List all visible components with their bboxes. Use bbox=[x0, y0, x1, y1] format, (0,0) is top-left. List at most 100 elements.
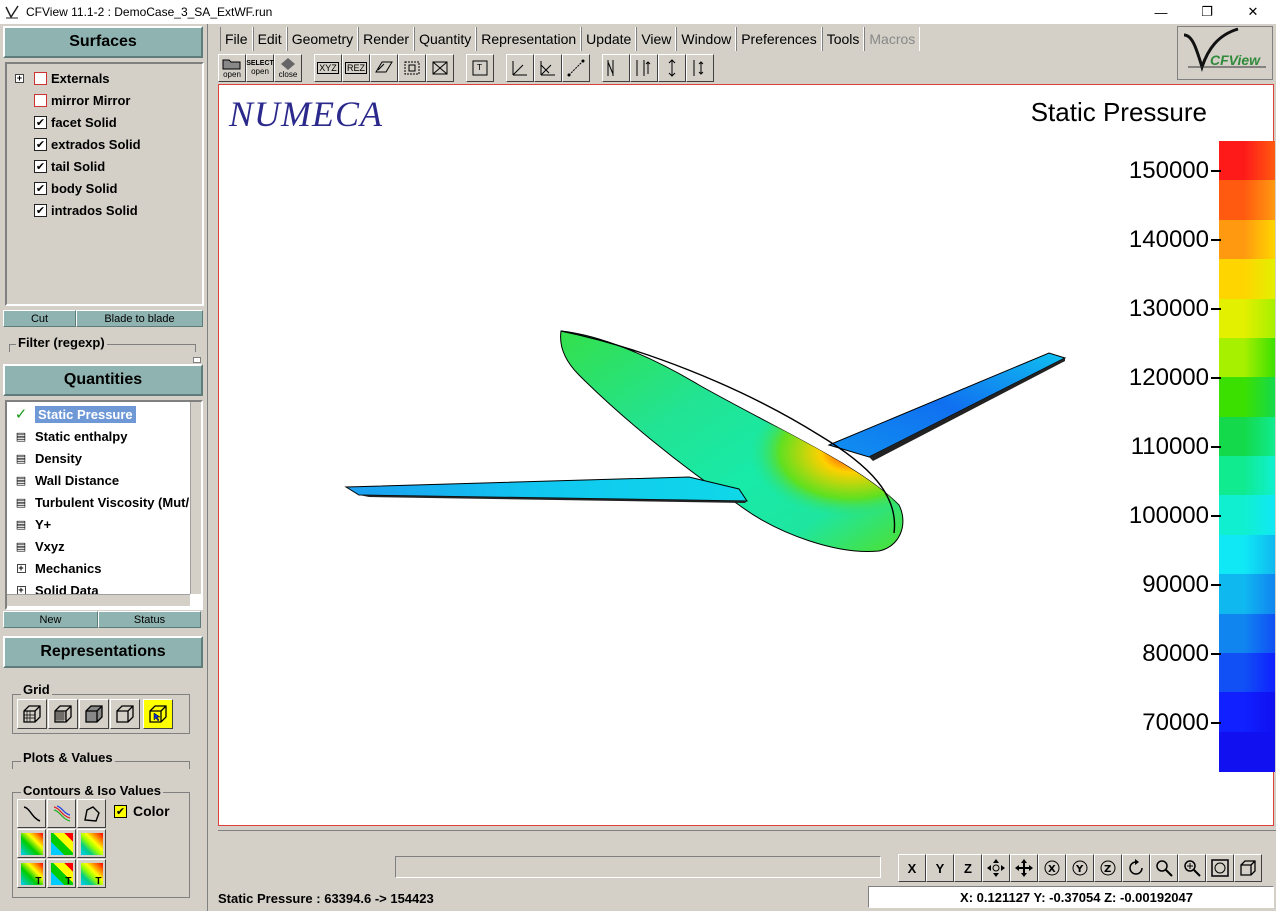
grid-mesh-button[interactable] bbox=[48, 699, 78, 729]
quantity-item[interactable]: ▤ Turbulent Viscosity (Mut/ bbox=[15, 492, 189, 512]
stepped-contour-button[interactable] bbox=[77, 829, 106, 858]
select-open-button[interactable]: SELECT open bbox=[246, 54, 274, 82]
surface-checkbox[interactable]: ✔ bbox=[34, 181, 47, 195]
splitter-handle[interactable] bbox=[193, 357, 201, 363]
surface-checkbox[interactable] bbox=[34, 93, 47, 107]
fit-window-button[interactable] bbox=[1206, 854, 1234, 882]
quantity-item[interactable]: ▤ Density bbox=[15, 448, 82, 468]
rotate-x-button[interactable]: X bbox=[1038, 854, 1066, 882]
menu-window[interactable]: Window bbox=[676, 27, 737, 51]
minimize-button[interactable]: — bbox=[1138, 0, 1184, 24]
new-button[interactable]: New bbox=[3, 611, 98, 628]
orthographic-button[interactable] bbox=[1234, 854, 1262, 882]
fit-view-button[interactable] bbox=[982, 854, 1010, 882]
expand-icon[interactable]: + bbox=[15, 73, 24, 83]
quantities-list[interactable]: + Solid Data + Mechanics ▤ Vxyz ▤ Y+ ▤ Turbulent … bbox=[5, 400, 203, 610]
menu-macros[interactable]: Macros bbox=[864, 27, 921, 51]
view-z-button[interactable]: Z bbox=[954, 854, 982, 882]
maximize-button[interactable]: ❐ bbox=[1184, 0, 1230, 24]
surface-checkbox[interactable]: ✔ bbox=[34, 159, 47, 173]
stepped-contour-text-button[interactable]: T bbox=[77, 859, 106, 888]
axis-xyz-button[interactable] bbox=[534, 54, 562, 82]
grid-boundary-button[interactable] bbox=[143, 699, 173, 729]
surface-item[interactable]: ✔ facet Solid bbox=[15, 112, 117, 132]
text-annotation-button[interactable]: T bbox=[466, 54, 494, 82]
axis-xy-button[interactable] bbox=[506, 54, 534, 82]
zoom-region-button[interactable] bbox=[1150, 854, 1178, 882]
surfaces-list[interactable]: + Externals mirror Mirror ✔ facet Solid ✔ extr… bbox=[5, 62, 204, 306]
surface-item[interactable]: ✔ tail Solid bbox=[15, 156, 105, 176]
quantity-label: Static enthalpy bbox=[35, 428, 128, 444]
open-file-button[interactable]: open bbox=[218, 54, 246, 82]
rotate-free-button[interactable] bbox=[1122, 854, 1150, 882]
distance-button[interactable] bbox=[562, 54, 590, 82]
surface-checkbox[interactable]: ✔ bbox=[34, 137, 47, 151]
quantity-item[interactable]: ▤ Wall Distance bbox=[15, 470, 119, 490]
surface-checkbox[interactable] bbox=[34, 71, 47, 85]
cfview-logo: CFView bbox=[1177, 26, 1273, 80]
rez-view-button[interactable]: REZ bbox=[342, 54, 370, 82]
view-y-button[interactable]: Y bbox=[926, 854, 954, 882]
menu-geometry[interactable]: Geometry bbox=[286, 27, 359, 51]
quantities-hscrollbar[interactable] bbox=[7, 594, 190, 606]
3d-viewport[interactable]: NUMECA Static Pressure 150000 140000 130… bbox=[218, 84, 1275, 827]
surface-item[interactable]: + Externals bbox=[15, 68, 110, 88]
banded-contour-text-button[interactable]: T bbox=[47, 859, 76, 888]
menu-file[interactable]: File bbox=[220, 27, 253, 51]
quantity-item[interactable]: ✓ Static Pressure bbox=[15, 404, 136, 424]
svg-text:T: T bbox=[476, 63, 482, 72]
profile-button[interactable] bbox=[602, 54, 630, 82]
banded-contour-button[interactable] bbox=[47, 829, 76, 858]
panel-splitter[interactable] bbox=[205, 24, 208, 911]
xyz-view-button[interactable]: XYZ bbox=[314, 54, 342, 82]
menu-preferences[interactable]: Preferences bbox=[736, 27, 822, 51]
rotate-y-button[interactable]: Y bbox=[1066, 854, 1094, 882]
grid-wire-box-button[interactable] bbox=[17, 699, 47, 729]
rotate-z-button[interactable]: Z bbox=[1094, 854, 1122, 882]
surface-item[interactable]: ✔ extrados Solid bbox=[15, 134, 141, 154]
delete-surface-button[interactable] bbox=[426, 54, 454, 82]
close-button[interactable]: ✕ bbox=[1230, 0, 1276, 24]
legend-tick-mark bbox=[1211, 653, 1221, 655]
quantity-item[interactable]: + Mechanics bbox=[15, 558, 101, 578]
blade-to-blade-button[interactable]: Blade to blade bbox=[76, 310, 203, 327]
plane-cut-button[interactable] bbox=[370, 54, 398, 82]
surface-checkbox[interactable]: ✔ bbox=[34, 203, 47, 217]
view-x-button[interactable]: X bbox=[898, 854, 926, 882]
pan-button[interactable] bbox=[1010, 854, 1038, 882]
zoom-button[interactable] bbox=[1178, 854, 1206, 882]
quantity-item[interactable]: ▤ Y+ bbox=[15, 514, 51, 534]
smooth-contour-text-button[interactable]: T bbox=[17, 859, 46, 888]
box-select-button[interactable] bbox=[398, 54, 426, 82]
grid-outline-button[interactable] bbox=[110, 699, 140, 729]
quantity-item[interactable]: ▤ Static enthalpy bbox=[15, 426, 128, 446]
grid-solid-button[interactable] bbox=[79, 699, 109, 729]
quantities-scrollbar[interactable] bbox=[190, 402, 201, 594]
color-isolines-button[interactable] bbox=[47, 799, 76, 828]
vertical-profile-button[interactable] bbox=[630, 54, 658, 82]
cut-button[interactable]: Cut bbox=[3, 310, 76, 327]
contour-shape-button[interactable] bbox=[77, 799, 106, 828]
quantity-item[interactable]: ▤ Vxyz bbox=[15, 536, 65, 556]
surface-item[interactable]: ✔ intrados Solid bbox=[15, 200, 138, 220]
menu-update[interactable]: Update bbox=[581, 27, 637, 51]
color-checkbox[interactable]: ✔ bbox=[114, 805, 127, 818]
aircraft-model[interactable] bbox=[219, 85, 1275, 827]
menu-tools[interactable]: Tools bbox=[821, 27, 865, 51]
local-profile-button[interactable] bbox=[686, 54, 714, 82]
command-input[interactable] bbox=[395, 856, 881, 878]
scale-profile-button[interactable] bbox=[658, 54, 686, 82]
diamond-icon bbox=[281, 57, 295, 70]
close-project-button[interactable]: close bbox=[274, 54, 302, 82]
status-button[interactable]: Status bbox=[98, 611, 201, 628]
menu-view[interactable]: View bbox=[636, 27, 677, 51]
surface-item[interactable]: mirror Mirror bbox=[15, 90, 130, 110]
surface-checkbox[interactable]: ✔ bbox=[34, 115, 47, 129]
surface-item[interactable]: ✔ body Solid bbox=[15, 178, 117, 198]
isoline-button[interactable] bbox=[17, 799, 46, 828]
menu-edit[interactable]: Edit bbox=[252, 27, 287, 51]
menu-render[interactable]: Render bbox=[358, 27, 415, 51]
menu-representation[interactable]: Representation bbox=[476, 27, 582, 51]
smooth-contour-button[interactable] bbox=[17, 829, 46, 858]
menu-quantity[interactable]: Quantity bbox=[414, 27, 477, 51]
